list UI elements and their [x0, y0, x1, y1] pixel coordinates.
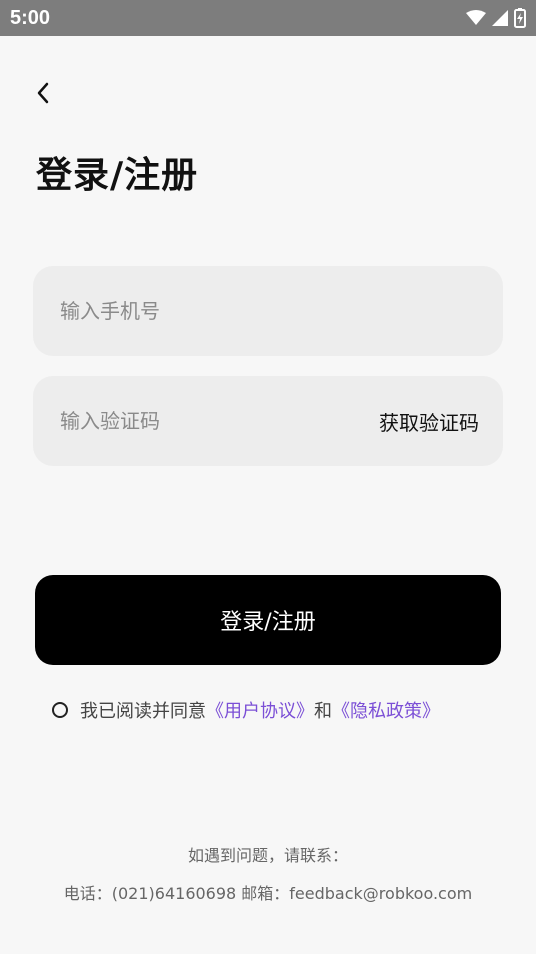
agreement-conjunction: 和	[314, 701, 332, 722]
status-bar: 5:00	[0, 0, 536, 36]
agreement-prefix: 我已阅读并同意	[80, 701, 206, 722]
back-button[interactable]	[28, 78, 58, 108]
wifi-icon	[466, 10, 486, 25]
footer-contact-title: 如遇到问题，请联系：	[187, 846, 348, 865]
page-title: 登录/注册	[36, 155, 199, 196]
battery-charging-icon	[514, 8, 526, 28]
code-input[interactable]	[60, 409, 320, 433]
phone-field[interactable]	[33, 266, 503, 356]
get-code-button[interactable]: 获取验证码	[379, 407, 479, 436]
signal-icon	[492, 10, 508, 26]
phone-input[interactable]	[60, 299, 320, 323]
agreement-checkbox[interactable]	[52, 702, 68, 718]
code-field[interactable]: 获取验证码	[33, 376, 503, 466]
login-register-button[interactable]: 登录/注册	[35, 575, 501, 665]
status-icons	[466, 8, 526, 28]
agreement-row: 我已阅读并同意 《用户协议》 和 《隐私政策》	[52, 696, 440, 724]
status-time: 5:00	[10, 6, 51, 29]
footer-contact-info: 电话：(021)64160698 邮箱：feedback@robkoo.com	[63, 884, 473, 903]
chevron-left-icon	[37, 82, 49, 104]
privacy-policy-link[interactable]: 《隐私政策》	[332, 697, 440, 723]
user-agreement-link[interactable]: 《用户协议》	[206, 697, 314, 723]
